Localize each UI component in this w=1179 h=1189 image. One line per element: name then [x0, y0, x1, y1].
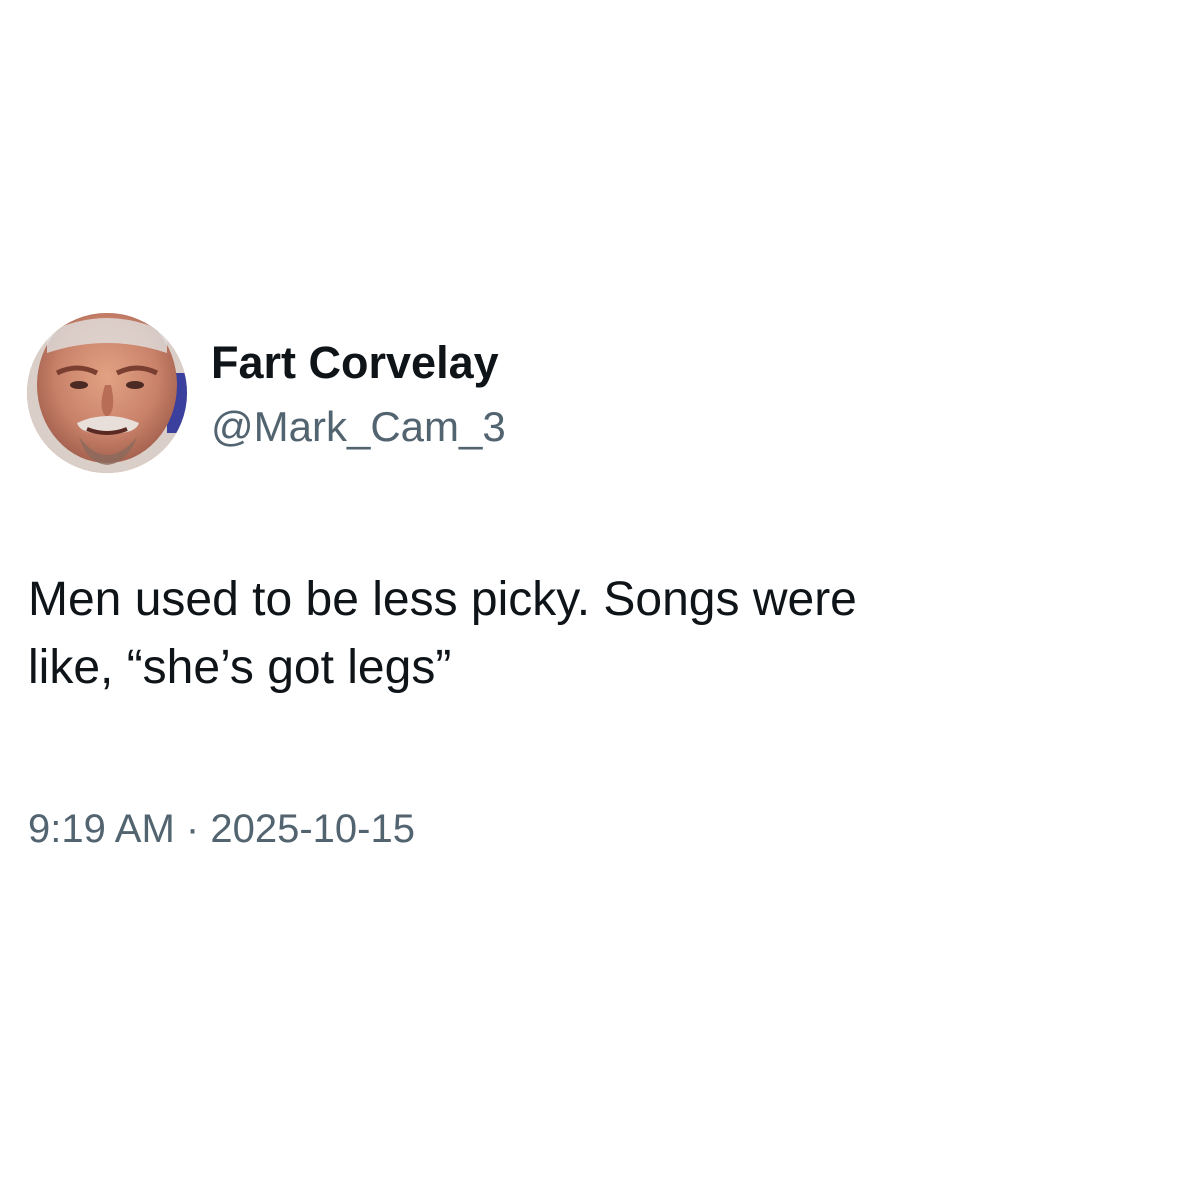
tweet-date: 2025-10-15 [210, 807, 415, 851]
user-handle[interactable]: @Mark_Cam_3 [211, 401, 506, 453]
tweet-text-line: Men used to be less picky. Songs were [28, 573, 857, 626]
tweet-card: Fart Corvelay @Mark_Cam_3 Men used to be… [0, 0, 1179, 1189]
profile-photo-icon [27, 313, 187, 473]
meta-separator: · [185, 807, 200, 851]
display-name[interactable]: Fart Corvelay [211, 336, 499, 390]
tweet-text-line: like, “she’s got legs” [28, 641, 452, 694]
tweet-text: Men used to be less picky. Songs were li… [28, 566, 1138, 702]
tweet-time: 9:19 AM [28, 807, 175, 851]
avatar[interactable] [27, 313, 187, 473]
timestamp[interactable]: 9:19 AM · 2025-10-15 [28, 803, 415, 855]
